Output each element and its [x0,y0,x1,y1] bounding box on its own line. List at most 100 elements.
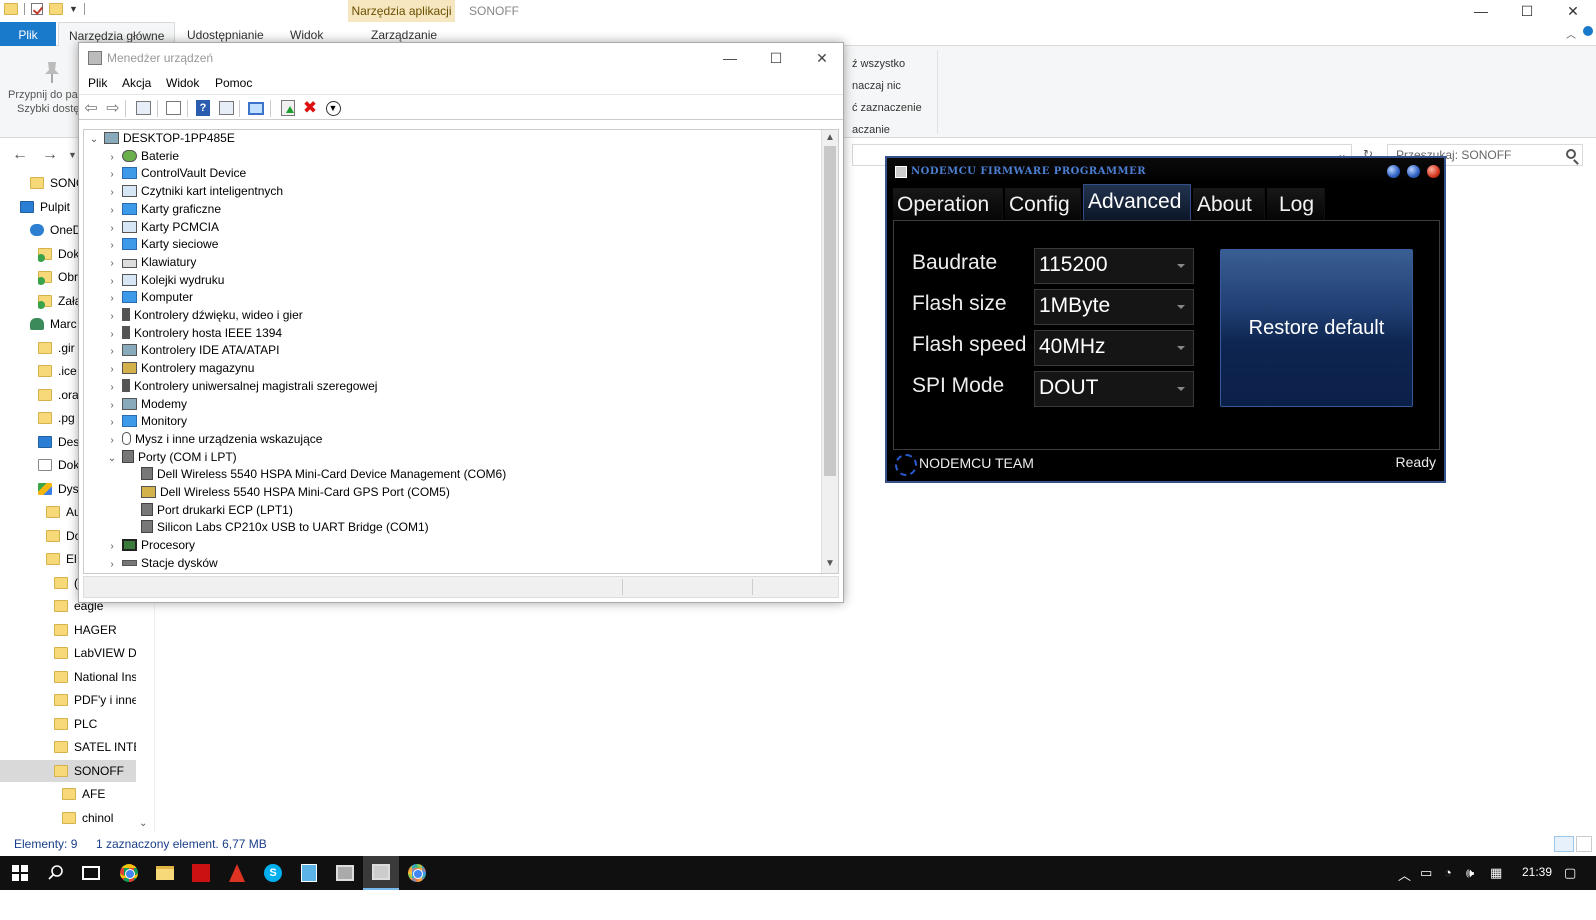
chevron-right-icon[interactable]: › [106,184,118,201]
add-driver-icon[interactable] [280,100,296,116]
collapse-ribbon-icon[interactable]: ︿ [1566,26,1576,41]
close-button[interactable]: ✕ [799,46,845,70]
tree-category[interactable]: › Kontrolery magazynu [106,360,254,378]
chevron-right-icon[interactable]: › [106,237,118,254]
tree-category[interactable]: › Klawiatury [106,254,196,272]
search-icon[interactable] [1566,149,1576,159]
scroll-up-icon[interactable]: ▲ [825,132,835,143]
maximize-button[interactable] [1407,165,1420,178]
flash-speed-select[interactable]: 40MHz [1034,330,1194,366]
nav-item[interactable]: National Ins [54,666,136,688]
menu-help[interactable]: Pomoc [215,76,252,90]
skype-icon[interactable]: S [262,862,284,884]
file-explorer-icon[interactable] [154,862,176,884]
scan-hardware-icon[interactable] [248,100,264,116]
new-folder-icon[interactable] [49,3,63,15]
chevron-right-icon[interactable]: › [106,166,118,183]
tab-operation[interactable]: Operation [893,188,1003,220]
tree-category[interactable]: › Modemy [106,396,187,414]
chevron-right-icon[interactable]: › [106,361,118,378]
device-tree[interactable]: ▲ ▼ ⌄ DESKTOP-1PP485E › Baterie › ControlVaul… [83,129,839,574]
nodemcu-taskbar-icon[interactable] [363,856,399,890]
nav-item[interactable]: SONOFF [0,759,136,782]
large-icons-view-icon[interactable] [1576,836,1592,852]
tree-category[interactable]: › Kolejki wydruku [106,272,224,290]
chevron-right-icon[interactable]: › [106,326,118,343]
chevron-right-icon[interactable]: › [106,414,118,431]
help-icon[interactable]: ? [195,100,211,116]
back-arrow-icon[interactable]: ⇦ [83,100,99,117]
vertical-scrollbar[interactable]: ▲ ▼ [821,130,838,573]
tree-category[interactable]: › Karty sieciowe [106,236,218,254]
chevron-right-icon[interactable]: › [106,397,118,414]
chevron-down-icon[interactable] [1177,387,1185,391]
start-windows-icon[interactable] [9,862,31,884]
volume-icon[interactable]: 🕪 [1466,865,1474,881]
tree-device-port[interactable]: Dell Wireless 5540 HSPA Mini-Card Device… [125,466,506,484]
uninstall-device-icon[interactable]: ✖ [302,98,318,117]
tree-category[interactable]: › Kontrolery uniwersalnej magistrali szer… [106,378,377,396]
flash-size-select[interactable]: 1MByte [1034,289,1194,325]
chevron-down-icon[interactable]: ⌄ [88,131,100,148]
tree-root-computer[interactable]: ⌄ DESKTOP-1PP485E [88,130,235,148]
chevron-right-icon[interactable]: › [106,255,118,272]
restore-default-button[interactable]: Restore default [1220,249,1413,407]
chrome-icon[interactable] [118,862,140,884]
help-icon[interactable] [1583,26,1593,36]
invert-selection-button[interactable]: ć zaznaczenie [852,102,922,114]
menu-action[interactable]: Akcja [122,76,151,90]
device-manager-taskbar-icon[interactable] [334,862,356,884]
chevron-down-icon[interactable]: ⌄ [106,450,118,467]
tree-category[interactable]: › Karty graficzne [106,201,221,219]
minimize-button[interactable]: — [1458,0,1504,22]
properties-icon[interactable] [31,3,43,15]
chevron-right-icon[interactable]: › [106,379,118,396]
tree-category[interactable]: › ControlVault Device [106,165,246,183]
chevron-down-icon[interactable] [1177,346,1185,350]
tab-advanced[interactable]: Advanced [1083,184,1191,220]
tab-config[interactable]: Config [1005,188,1081,220]
baudrate-select[interactable]: 115200 [1034,248,1194,284]
pin-icon[interactable] [42,60,62,84]
tree-device-port[interactable]: Port drukarki ECP (LPT1) [125,502,293,520]
properties-icon[interactable] [165,100,181,116]
chevron-right-icon[interactable]: › [106,432,118,449]
tree-category[interactable]: › Mysz i inne urządzenia wskazujące [106,431,322,449]
search-icon[interactable] [45,862,67,884]
chevron-right-icon[interactable]: › [106,290,118,307]
pin-quick-access-label[interactable]: Przypnij do pa Szybki dostę [8,88,79,116]
close-button[interactable]: ✕ [1550,0,1596,22]
language-icon[interactable]: ▦ [1490,865,1502,881]
minimize-button[interactable]: — [707,46,753,70]
details-view-icon[interactable] [1554,836,1574,852]
show-hide-tree-icon[interactable] [135,100,151,116]
chevron-right-icon[interactable]: › [106,273,118,290]
chevron-down-icon[interactable] [1177,264,1185,268]
tab-file[interactable]: Plik [0,22,56,46]
notepad-icon[interactable] [298,862,320,884]
nav-item[interactable]: chinol [62,807,136,829]
chevron-right-icon[interactable]: › [106,343,118,360]
tree-category[interactable]: › Baterie [106,148,179,166]
chevron-down-icon[interactable]: ▼ [68,150,77,160]
nav-item[interactable]: PLC [54,713,136,735]
select-none-button[interactable]: naczaj nic [852,80,901,92]
tree-category[interactable]: › Karty PCMCIA [106,219,219,237]
forward-arrow-icon[interactable]: → [42,146,58,164]
tree-category[interactable]: › Kontrolery IDE ATA/ATAPI [106,342,279,360]
maximize-button[interactable]: ☐ [1504,0,1550,22]
chevron-right-icon[interactable]: › [106,149,118,166]
chevron-down-icon[interactable] [1177,305,1185,309]
scroll-down-icon[interactable]: ⌄ [139,818,147,829]
acrobat-icon[interactable] [226,862,248,884]
tree-device-port[interactable]: Silicon Labs CP210x USB to UART Bridge (… [125,519,429,537]
minimize-button[interactable] [1387,165,1400,178]
tree-category[interactable]: › Stacje dysków [106,555,217,573]
chevron-right-icon[interactable]: › [106,538,118,555]
select-all-button[interactable]: ź wszystko [852,58,905,70]
paint-icon[interactable] [406,862,428,884]
chevron-right-icon[interactable]: › [106,556,118,573]
chevron-right-icon[interactable]: › [106,308,118,325]
nav-item[interactable]: LabVIEW Da [54,642,136,664]
nav-item[interactable]: SATEL INTE( [54,736,136,758]
